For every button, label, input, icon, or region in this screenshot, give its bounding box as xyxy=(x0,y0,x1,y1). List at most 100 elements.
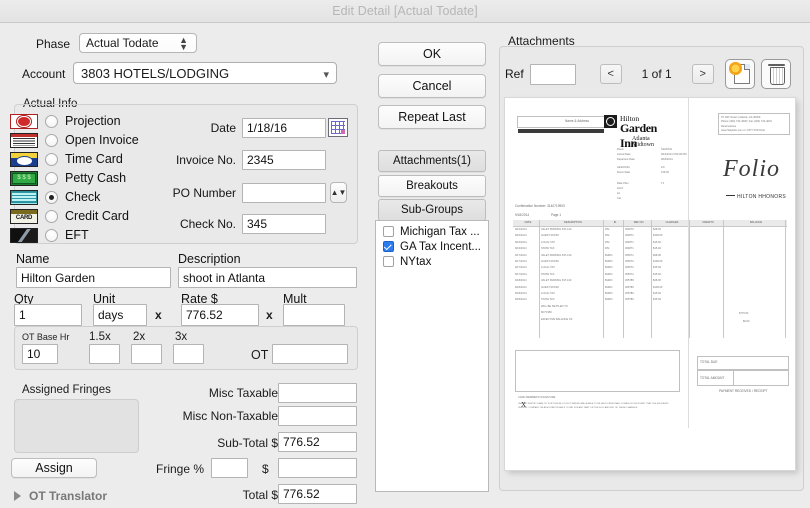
rate-input[interactable]: 776.52 xyxy=(181,304,259,326)
radio-credit-card[interactable] xyxy=(45,210,58,223)
fringe-pct-input[interactable] xyxy=(211,458,248,478)
stay-info-value: 9/18/2014 xyxy=(661,158,673,161)
table-cell: 9/17/2014 xyxy=(515,273,527,276)
table-cell: 305072 xyxy=(625,273,634,276)
list-item[interactable]: GA Tax Incent... xyxy=(376,239,488,254)
radio-petty-cash[interactable] xyxy=(45,172,58,185)
name-input[interactable]: Hilton Garden xyxy=(16,267,171,288)
date-row: Date 1/18/16 xyxy=(178,118,326,138)
checkbox-nytax[interactable] xyxy=(383,256,394,267)
checkbox-ga-tax-incentive[interactable] xyxy=(383,241,394,252)
phase-popup[interactable]: Actual Todate ▲▼ xyxy=(79,33,197,53)
ot-input[interactable] xyxy=(272,344,348,364)
page-fold-line xyxy=(688,98,689,470)
stay-info-value: S12/K1W xyxy=(661,148,672,151)
assigned-fringes-list[interactable] xyxy=(14,399,139,453)
list-item[interactable]: Michigan Tax ... xyxy=(376,224,488,239)
breakouts-button[interactable]: Breakouts xyxy=(378,175,486,197)
account-combobox[interactable]: 3803 HOTELS/LODGING ▾ xyxy=(73,62,337,84)
attachments-button[interactable]: Attachments(1) xyxy=(378,150,486,172)
option-label: EFT xyxy=(65,228,89,242)
radio-check[interactable] xyxy=(45,191,58,204)
table-cell: $15.92 xyxy=(653,266,661,269)
po-number-label: PO Number xyxy=(156,186,236,200)
sub-total-input[interactable]: 776.52 xyxy=(278,432,357,452)
ok-button[interactable]: OK xyxy=(378,42,486,66)
stay-info-key: AL xyxy=(617,192,620,195)
option-open-invoice[interactable]: Open Invoice xyxy=(10,131,139,149)
ot-2x-input[interactable] xyxy=(131,344,162,364)
sub-total-label: Sub-Total $ xyxy=(193,436,278,450)
ot-2x-label: 2x xyxy=(133,331,145,343)
total-amount-label: TOTAL AMOUNT xyxy=(700,376,724,380)
ref-input[interactable] xyxy=(530,64,576,85)
ot-3x-input[interactable] xyxy=(173,344,204,364)
repeat-last-button[interactable]: Repeat Last xyxy=(378,105,486,129)
brand-sub: Atlanta Midtown xyxy=(632,136,654,148)
mult-input[interactable] xyxy=(283,304,345,326)
ot-15x-input[interactable] xyxy=(89,344,120,364)
cancel-button[interactable]: Cancel xyxy=(378,74,486,98)
list-item[interactable]: NYtax xyxy=(376,254,488,269)
table-cell: $28.00 xyxy=(653,279,661,282)
date-input[interactable]: 1/18/16 xyxy=(242,118,326,138)
fringe-amount-label: $ xyxy=(262,462,269,476)
ot-translator-disclosure[interactable]: OT Translator xyxy=(14,489,107,503)
table-cell: VALET PARKING 637-133 xyxy=(541,279,571,282)
stay-info-key: Room xyxy=(617,148,624,151)
table-cell: LOCAL TAX xyxy=(541,266,555,269)
po-number-stepper[interactable]: ▲▼ xyxy=(330,182,347,203)
table-cell: RSI xyxy=(605,247,609,250)
calendar-icon[interactable] xyxy=(328,118,348,137)
radio-projection[interactable] xyxy=(45,115,58,128)
description-input[interactable]: shoot in Atlanta xyxy=(178,267,357,288)
checkbox-michigan-tax[interactable] xyxy=(383,226,394,237)
unit-input[interactable]: days xyxy=(93,304,147,326)
page-bottom-margin xyxy=(505,428,795,470)
sub-groups-button[interactable]: Sub-Groups xyxy=(378,199,486,221)
radio-open-invoice[interactable] xyxy=(45,134,58,147)
stay-info-value: 9/16/2014 3:52:00 PM xyxy=(661,153,687,156)
assign-button[interactable]: Assign xyxy=(11,458,97,478)
option-time-card[interactable]: Time Card xyxy=(10,150,123,168)
chevron-down-icon: ▾ xyxy=(323,68,329,81)
table-cell: 9/18/2014 xyxy=(515,292,527,295)
total-input[interactable]: 776.52 xyxy=(278,484,357,504)
option-projection[interactable]: Projection xyxy=(10,112,121,130)
name-address-label: Name & Address xyxy=(565,119,589,123)
table-cell: 305072 xyxy=(625,266,634,269)
fringe-amount-input[interactable] xyxy=(278,458,357,478)
option-check[interactable]: Check xyxy=(10,188,100,206)
table-cell: WILL BE SETTLED TO xyxy=(541,305,568,308)
table-cell: GUEST ROOM xyxy=(541,286,559,289)
radio-time-card[interactable] xyxy=(45,153,58,166)
check-no-input[interactable]: 345 xyxy=(242,214,326,234)
signature-x: X xyxy=(521,401,526,409)
name-address-box xyxy=(517,116,605,128)
hilton-mark-icon xyxy=(604,115,617,128)
ot-base-input[interactable]: 10 xyxy=(22,344,58,364)
add-attachment-icon[interactable] xyxy=(725,59,755,89)
option-petty-cash[interactable]: $ $ $ Petty Cash xyxy=(10,169,126,187)
po-number-input[interactable] xyxy=(242,183,326,203)
sub-groups-list[interactable]: Michigan Tax ... GA Tax Incent... NYtax xyxy=(375,220,489,492)
table-column-divider xyxy=(723,220,724,338)
open-invoice-icon xyxy=(10,133,38,148)
stay-info-key: Arrival Date xyxy=(617,153,631,156)
multiply-symbol-2: x xyxy=(266,308,273,322)
credit-card-icon: CARD xyxy=(10,209,38,224)
radio-eft[interactable] xyxy=(45,229,58,242)
table-cell: 305788 xyxy=(625,279,634,282)
misc-non-taxable-input[interactable] xyxy=(278,406,357,426)
prev-attachment-button[interactable]: < xyxy=(600,64,622,84)
misc-taxable-input[interactable] xyxy=(278,383,357,403)
qty-input[interactable]: 1 xyxy=(14,304,82,326)
attachment-preview[interactable]: Name & Address Hilton Garden Inn Atlanta… xyxy=(505,98,795,470)
invoice-no-input[interactable]: 2345 xyxy=(242,150,326,170)
trash-icon[interactable] xyxy=(761,59,791,89)
next-attachment-button[interactable]: > xyxy=(692,64,714,84)
table-header-divider xyxy=(513,226,787,227)
option-eft[interactable]: EFT xyxy=(10,226,89,244)
stay-info-key: Car xyxy=(617,197,621,200)
option-credit-card[interactable]: CARD Credit Card xyxy=(10,207,129,225)
